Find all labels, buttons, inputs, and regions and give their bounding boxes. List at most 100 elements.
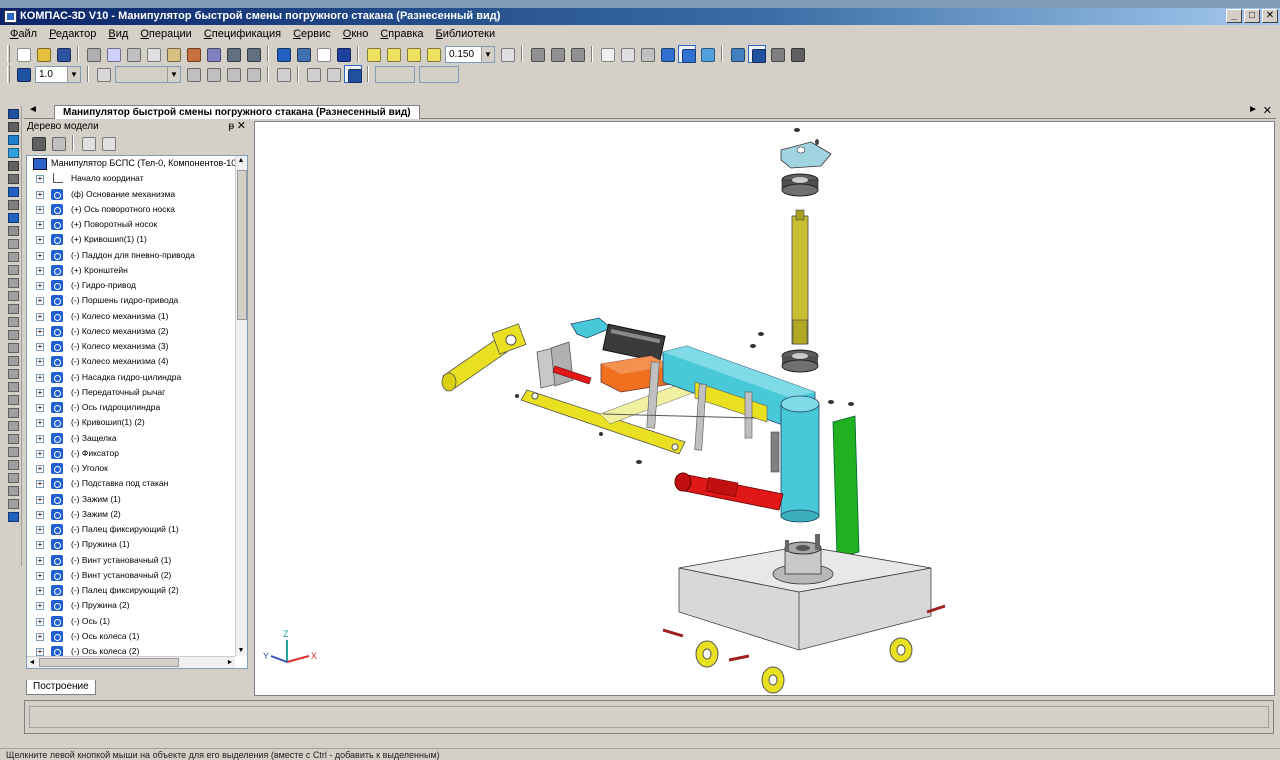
open-folder-icon[interactable] xyxy=(34,45,52,63)
tab-build[interactable]: Построение xyxy=(26,680,96,695)
pan-icon[interactable] xyxy=(528,45,546,63)
ortho-icon[interactable] xyxy=(304,65,322,83)
tool-m-icon[interactable] xyxy=(6,393,20,405)
expand-icon[interactable]: + xyxy=(36,419,44,428)
tree-item[interactable]: + (-) Колесо механизма (3) xyxy=(27,339,247,354)
plane-orient-icon[interactable] xyxy=(204,65,222,83)
manager-icon[interactable] xyxy=(274,45,292,63)
tree-item[interactable]: + (-) Палец фиксирующий (1) xyxy=(27,522,247,537)
expand-icon[interactable]: + xyxy=(36,282,44,290)
variables-fx-icon[interactable] xyxy=(314,45,332,63)
coord-y-field[interactable] xyxy=(419,65,459,83)
expand-icon[interactable]: + xyxy=(36,465,44,473)
expand-icon[interactable]: + xyxy=(36,205,44,214)
library-icon[interactable] xyxy=(294,45,312,63)
save-icon[interactable] xyxy=(54,45,72,63)
snap-icon[interactable] xyxy=(224,65,242,83)
menu-operations[interactable]: Операции xyxy=(134,25,197,43)
menu-file[interactable]: Файл xyxy=(4,25,43,43)
expand-icon[interactable]: + xyxy=(36,510,44,519)
zoom-in-icon[interactable] xyxy=(384,45,402,63)
expand-icon[interactable]: + xyxy=(36,327,44,336)
menu-help[interactable]: Справка xyxy=(374,25,429,43)
tree-item[interactable]: + (-) Колесо механизма (1) xyxy=(27,309,247,324)
expand-icon[interactable]: + xyxy=(36,449,44,458)
layer-combo[interactable]: ▼ xyxy=(115,65,181,83)
expand-icon[interactable]: + xyxy=(36,175,44,184)
wheel-3[interactable] xyxy=(889,637,913,663)
yellow-cylinder-arm[interactable] xyxy=(441,323,527,392)
expand-icon[interactable]: + xyxy=(36,236,44,245)
tool-h-icon[interactable] xyxy=(6,328,20,340)
toolbar-grip[interactable] xyxy=(7,45,10,63)
chevron-down-icon[interactable]: ▼ xyxy=(67,66,80,82)
menu-editor[interactable]: Редактор xyxy=(43,25,102,43)
redo-icon[interactable] xyxy=(244,45,262,63)
tool-u-icon[interactable] xyxy=(6,497,20,509)
tree-item[interactable]: + (+) Ось поворотного носка xyxy=(27,202,247,217)
scroll-left-icon[interactable]: ◄ xyxy=(27,658,37,668)
cyan-tube[interactable] xyxy=(780,395,820,523)
tree-item[interactable]: + (+) Поворотный носок xyxy=(27,217,247,232)
tool-g-icon[interactable] xyxy=(6,315,20,327)
expand-icon[interactable]: + xyxy=(36,358,44,367)
scroll-thumb[interactable] xyxy=(39,658,179,667)
chevron-down-icon[interactable]: ▼ xyxy=(167,66,180,82)
coord-x-field[interactable] xyxy=(375,65,415,83)
print-icon[interactable] xyxy=(84,45,102,63)
document-tab[interactable]: Манипулятор быстрой смены погружного ста… xyxy=(54,105,420,119)
zoom-scale-combo[interactable]: 0.150 ▼ xyxy=(445,45,495,63)
yellow-lever[interactable] xyxy=(520,381,696,455)
expand-icon[interactable]: + xyxy=(36,251,44,260)
red-hydraulic-cylinder[interactable] xyxy=(674,472,784,511)
scroll-thumb[interactable] xyxy=(237,170,247,320)
expand-icon[interactable]: + xyxy=(36,480,44,489)
properties-icon[interactable] xyxy=(204,45,222,63)
screen-icon[interactable] xyxy=(788,45,806,63)
tree-item[interactable]: + (-) Гидро-привод xyxy=(27,278,247,293)
orange-pallet[interactable] xyxy=(600,355,672,393)
arrays-icon[interactable] xyxy=(6,146,20,158)
expand-icon[interactable]: + xyxy=(36,495,44,504)
tree-item[interactable]: + (-) Насадка гидро-цилиндра xyxy=(27,370,247,385)
menu-window[interactable]: Окно xyxy=(337,25,375,43)
tool-k-icon[interactable] xyxy=(6,367,20,379)
tree-item[interactable]: + (-) Винт установачный (1) xyxy=(27,553,247,568)
tree-item[interactable]: + (-) Передаточный рычаг xyxy=(27,385,247,400)
tree-item[interactable]: + (-) Зажим (1) xyxy=(27,492,247,507)
toolbar-grip[interactable] xyxy=(7,65,10,83)
wheel-1[interactable] xyxy=(695,640,719,668)
expand-icon[interactable]: + xyxy=(36,617,44,626)
perspective-icon[interactable] xyxy=(698,45,716,63)
tree-horizontal-scrollbar[interactable]: ◄ ► xyxy=(27,656,235,668)
close-icon[interactable]: ✕ xyxy=(237,119,246,134)
wireframe-icon[interactable] xyxy=(598,45,616,63)
spatial-curves-icon[interactable] xyxy=(6,120,20,132)
reports-icon[interactable] xyxy=(6,224,20,236)
expand-icon[interactable]: + xyxy=(36,571,44,580)
expand-icon[interactable]: + xyxy=(36,648,44,656)
expand-icon[interactable]: + xyxy=(36,602,44,611)
tool-t-icon[interactable] xyxy=(6,484,20,496)
tree-build-order-icon[interactable] xyxy=(29,134,47,152)
expand-icon[interactable]: + xyxy=(36,221,44,229)
expand-icon[interactable]: + xyxy=(36,556,44,565)
scroll-right-icon[interactable]: ► xyxy=(225,658,235,668)
wheel-2[interactable] xyxy=(761,666,785,694)
expand-icon[interactable]: + xyxy=(36,266,44,275)
edit-assembly-icon[interactable] xyxy=(6,107,20,119)
measure-icon[interactable] xyxy=(6,185,20,197)
menu-service[interactable]: Сервис xyxy=(287,25,337,43)
green-angle-bracket[interactable] xyxy=(832,415,860,559)
rebuild-icon[interactable] xyxy=(728,45,746,63)
tree-vertical-scrollbar[interactable]: ▲ ▼ xyxy=(235,156,247,656)
tree-separate-window-icon[interactable] xyxy=(79,134,97,152)
hidden-thin-icon[interactable] xyxy=(638,45,656,63)
command-field[interactable] xyxy=(29,706,1269,728)
expand-icon[interactable]: + xyxy=(36,587,44,595)
tool-j-icon[interactable] xyxy=(6,354,20,366)
tree-item[interactable]: + (-) Колесо механизма (2) xyxy=(27,324,247,339)
tree-structure-icon[interactable] xyxy=(49,134,67,152)
zoom-out-icon[interactable] xyxy=(404,45,422,63)
tab-scroll-left-icon[interactable]: ◄ xyxy=(28,104,38,115)
